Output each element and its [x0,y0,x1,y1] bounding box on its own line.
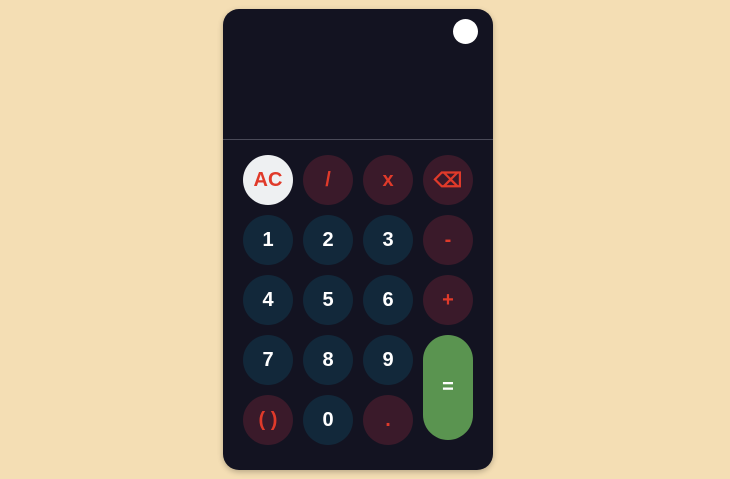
digit-6-button[interactable]: 6 [363,275,413,325]
digit-2-button[interactable]: 2 [303,215,353,265]
equals-button[interactable]: = [423,335,473,440]
digit-5-button[interactable]: 5 [303,275,353,325]
all-clear-button[interactable]: AC [243,155,293,205]
divide-button[interactable]: / [303,155,353,205]
digit-8-button[interactable]: 8 [303,335,353,385]
digit-4-button[interactable]: 4 [243,275,293,325]
display-area [223,9,493,139]
minus-button[interactable]: - [423,215,473,265]
calculator: AC / x ⌫ 1 2 3 - 4 5 6 + 7 8 9 = ( ) 0 . [223,9,493,470]
digit-3-button[interactable]: 3 [363,215,413,265]
divider [223,139,493,140]
digit-1-button[interactable]: 1 [243,215,293,265]
digit-7-button[interactable]: 7 [243,335,293,385]
plus-button[interactable]: + [423,275,473,325]
parentheses-button[interactable]: ( ) [243,395,293,445]
backspace-button[interactable]: ⌫ [423,155,473,205]
digit-0-button[interactable]: 0 [303,395,353,445]
digit-9-button[interactable]: 9 [363,335,413,385]
theme-toggle-button[interactable] [453,19,478,44]
decimal-button[interactable]: . [363,395,413,445]
multiply-button[interactable]: x [363,155,413,205]
